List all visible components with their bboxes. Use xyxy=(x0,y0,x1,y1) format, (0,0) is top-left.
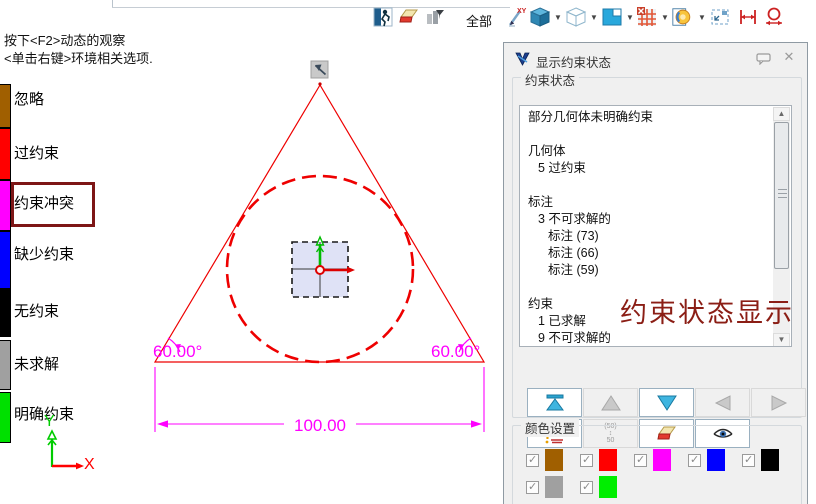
axis-triad-icon xyxy=(40,425,90,475)
status-line: 3 不可求解的 xyxy=(520,211,791,228)
grid-dropdown-icon[interactable]: ▼ xyxy=(660,13,670,23)
cube-wireframe-dropdown-icon[interactable]: ▼ xyxy=(589,13,599,23)
go-up-button[interactable] xyxy=(583,388,638,417)
fixed-constraint-icon[interactable] xyxy=(311,61,328,78)
checkbox[interactable] xyxy=(580,481,593,494)
color-swatch[interactable] xyxy=(653,449,671,471)
color-check-conflict xyxy=(634,449,671,471)
panel-title: 显示约束状态 xyxy=(536,52,611,71)
scrollbar-thumb[interactable] xyxy=(774,122,789,269)
checkbox[interactable] xyxy=(634,454,647,467)
constraint-status-group-label: 约束状态 xyxy=(521,70,579,89)
checkbox[interactable] xyxy=(742,454,755,467)
cube-solid-dropdown-icon[interactable]: ▼ xyxy=(553,13,563,23)
color-settings-group-label: 颜色设置 xyxy=(521,418,579,437)
dimension-horizontal-icon[interactable] xyxy=(737,6,759,28)
color-check-unsolved xyxy=(526,476,563,498)
color-swatch[interactable] xyxy=(599,449,617,471)
color-check-ignore xyxy=(526,449,563,471)
status-line: 标注 (73) xyxy=(520,228,791,245)
status-line: 标注 (59) xyxy=(520,262,791,279)
dim-angle-right[interactable]: 60.00° xyxy=(431,342,480,361)
dim-length[interactable]: 100.00 xyxy=(294,416,346,435)
status-line xyxy=(520,126,791,143)
view-pane-icon[interactable] xyxy=(601,6,623,28)
panel-pin-icon[interactable] xyxy=(756,53,771,65)
constraint-status-panel: 显示约束状态 ✕ 约束状态 部分几何体未明确约束 几何体 5 过约束 标注 3 … xyxy=(503,42,808,504)
linear-dimension[interactable]: 100.00 xyxy=(155,367,484,435)
go-right-button[interactable] xyxy=(751,388,806,417)
annotation-overlay-text: 约束状态显示 xyxy=(620,291,794,330)
color-swatch[interactable] xyxy=(707,449,725,471)
color-check-unconstrained xyxy=(742,449,779,471)
status-line: 几何体 xyxy=(520,143,791,160)
color-swatch[interactable] xyxy=(545,476,563,498)
color-check-underconstrained xyxy=(688,449,725,471)
go-left-button[interactable] xyxy=(695,388,750,417)
dimension-diameter-icon[interactable] xyxy=(763,6,785,28)
go-down-button[interactable] xyxy=(639,388,694,417)
zoom-document-icon[interactable] xyxy=(671,6,693,28)
color-swatch[interactable] xyxy=(599,476,617,498)
checkbox[interactable] xyxy=(526,454,539,467)
constraint-status-group: 约束状态 部分几何体未明确约束 几何体 5 过约束 标注 3 不可求解的 标注 … xyxy=(512,77,802,418)
color-check-overconstrained xyxy=(580,449,617,471)
application-window: 全部 XY ▼ ▼ ▼ xyxy=(0,0,816,504)
triangle-geometry[interactable] xyxy=(155,85,484,362)
scroll-up-icon[interactable]: ▲ xyxy=(773,107,790,121)
panel-title-icon xyxy=(514,50,531,67)
status-line: 部分几何体未明确约束 xyxy=(520,109,791,126)
select-box-icon[interactable] xyxy=(709,6,731,28)
checkbox[interactable] xyxy=(526,481,539,494)
status-line: 9 不可求解的 xyxy=(520,330,791,347)
go-first-button[interactable] xyxy=(527,388,582,417)
status-line: 标注 xyxy=(520,194,791,211)
scroll-down-icon[interactable]: ▼ xyxy=(773,333,790,347)
cube-solid-icon[interactable] xyxy=(529,6,551,28)
color-check-explicit xyxy=(580,476,617,498)
dim-angle-left[interactable]: 60.00° xyxy=(153,342,202,361)
status-line: 标注 (66) xyxy=(520,245,791,262)
cube-wireframe-icon[interactable] xyxy=(565,6,587,28)
color-swatch[interactable] xyxy=(545,449,563,471)
color-swatch[interactable] xyxy=(761,449,779,471)
svg-text:XY: XY xyxy=(517,8,527,15)
view-pane-dropdown-icon[interactable]: ▼ xyxy=(625,13,635,23)
triangle-apex-point[interactable] xyxy=(318,82,321,85)
checkbox[interactable] xyxy=(580,454,593,467)
checkbox[interactable] xyxy=(688,454,701,467)
grid-icon[interactable] xyxy=(636,6,658,28)
close-icon[interactable]: ✕ xyxy=(782,50,796,64)
zoom-document-dropdown-icon[interactable]: ▼ xyxy=(697,13,707,23)
status-line xyxy=(520,177,791,194)
status-line: 5 过约束 xyxy=(520,160,791,177)
